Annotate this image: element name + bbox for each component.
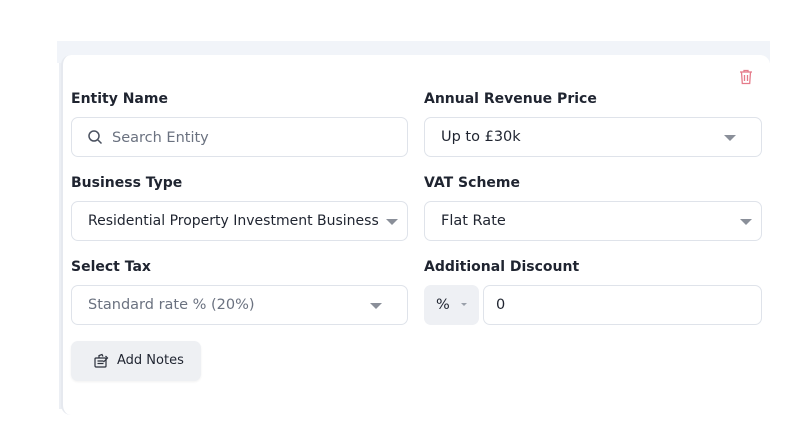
entity-search-input[interactable] xyxy=(112,128,392,148)
add-notes-button[interactable]: Add Notes xyxy=(71,341,201,381)
search-icon xyxy=(88,130,103,145)
entity-search-field[interactable] xyxy=(71,117,408,157)
chevron-down-icon xyxy=(386,219,398,225)
select-tax-select[interactable]: Standard rate % (20%) xyxy=(71,285,408,325)
annual-revenue-label: Annual Revenue Price xyxy=(424,91,597,107)
chevron-down-icon xyxy=(740,219,752,225)
vat-scheme-select[interactable]: Flat Rate xyxy=(424,201,762,241)
discount-unit-select[interactable]: % xyxy=(424,285,479,325)
business-type-label: Business Type xyxy=(71,175,183,191)
add-notes-label: Add Notes xyxy=(117,353,184,368)
entity-name-label: Entity Name xyxy=(71,91,168,107)
discount-unit-value: % xyxy=(436,297,450,313)
notes-icon xyxy=(94,353,109,368)
trash-icon[interactable] xyxy=(738,68,754,86)
chevron-down-icon xyxy=(461,303,467,306)
chevron-down-icon xyxy=(724,135,736,141)
business-type-value: Residential Property Investment Business xyxy=(88,213,379,229)
business-type-select[interactable]: Residential Property Investment Business xyxy=(71,201,408,241)
chevron-down-icon xyxy=(370,303,382,309)
select-tax-label: Select Tax xyxy=(71,259,151,275)
annual-revenue-select[interactable]: Up to £30k xyxy=(424,117,762,157)
discount-amount-field[interactable] xyxy=(483,285,762,325)
select-tax-value: Standard rate % (20%) xyxy=(88,297,255,313)
additional-discount-label: Additional Discount xyxy=(424,259,580,275)
vat-scheme-value: Flat Rate xyxy=(441,213,506,229)
vat-scheme-label: VAT Scheme xyxy=(424,175,520,191)
annual-revenue-value: Up to £30k xyxy=(441,129,521,145)
discount-amount-input[interactable] xyxy=(484,297,761,313)
